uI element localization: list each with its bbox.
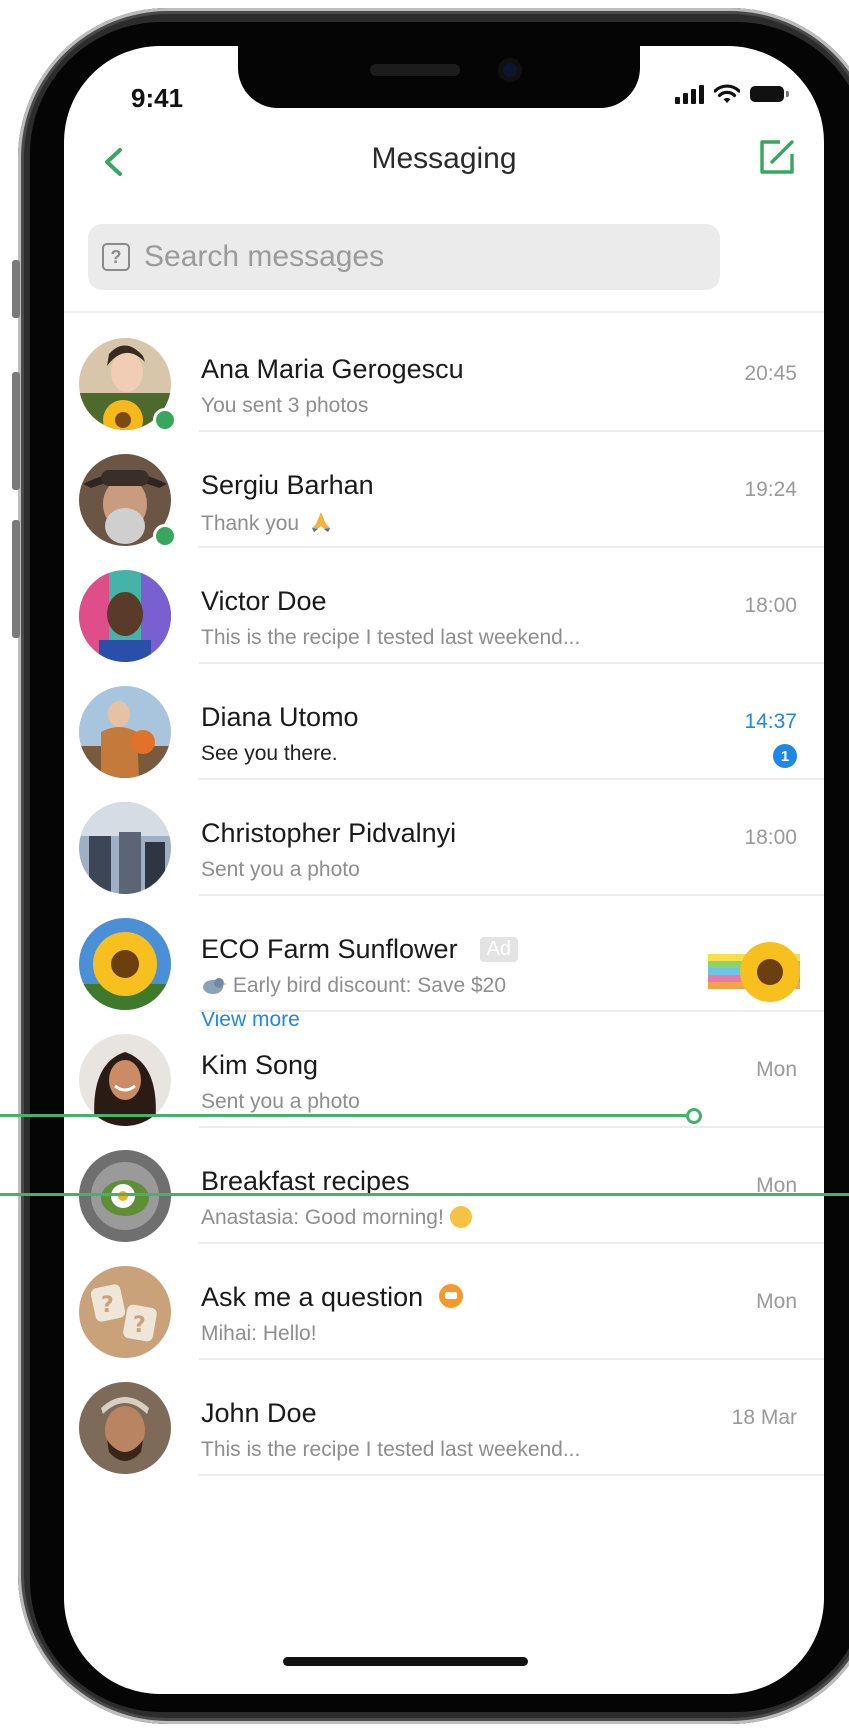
avatar (79, 1034, 171, 1126)
wifi-icon (714, 84, 740, 103)
conversation-row[interactable]: Victor Doe This is the recipe I tested l… (64, 548, 824, 664)
ad-thumbnail-image[interactable] (708, 926, 800, 1018)
search-icon: ? (102, 243, 130, 271)
conversation-name: Ana Maria Gerogescu (201, 354, 464, 384)
conversation-row[interactable]: Kim Song Sent you a photo Mon (64, 1012, 824, 1128)
message-preview: Thank you (201, 510, 333, 536)
conversation-name: ECO Farm Sunflower Ad (201, 934, 519, 965)
search-bar[interactable]: ? (88, 224, 720, 290)
conversation-row[interactable]: John Doe This is the recipe I tested las… (64, 1360, 824, 1476)
conversation-row[interactable]: Ana Maria Gerogescu You sent 3 photos 20… (64, 316, 824, 432)
svg-text:?: ? (101, 1293, 114, 1318)
volume-up-button (12, 372, 20, 490)
mute-switch (12, 260, 20, 318)
message-preview: Anastasia: Good morning! (201, 1206, 472, 1230)
message-time: Mon (756, 1290, 797, 1313)
message-preview: Mihai: Hello! (201, 1322, 317, 1345)
search-input[interactable] (142, 239, 706, 275)
conversation-row[interactable]: Sergiu Barhan Thank you 19:24 (64, 432, 824, 548)
page-title: Messaging (371, 142, 517, 175)
message-time: 18:00 (744, 826, 797, 849)
avatar: ? ? (79, 1266, 171, 1358)
avatar (79, 918, 171, 1010)
message-preview: This is the recipe I tested last weekend… (201, 626, 581, 649)
conversation-row[interactable]: Diana Utomo See you there. 14:37 1 (64, 664, 824, 780)
ad-badge: Ad (479, 937, 519, 962)
conversation-name: Sergiu Barhan (201, 470, 374, 500)
message-preview: Sent you a photo (201, 1090, 360, 1113)
message-preview: Sent you a photo (201, 858, 360, 881)
conversation-row[interactable]: ? ? Ask me a question Mihai: Hello! Mon (64, 1244, 824, 1360)
conversation-row[interactable]: Christopher Pidvalnyi Sent you a photo 1… (64, 780, 824, 896)
header-divider (64, 311, 824, 313)
message-preview: Early bird discount: Save $20 (201, 974, 506, 998)
message-preview-text: Anastasia: Good morning! (201, 1206, 444, 1229)
conversation-name-text: ECO Farm Sunflower (201, 934, 458, 964)
battery-icon (750, 86, 789, 102)
avatar (79, 1382, 171, 1474)
conversation-name: Christopher Pidvalnyi (201, 818, 457, 848)
conversation-name: Diana Utomo (201, 702, 359, 732)
status-time: 9:41 (131, 83, 184, 113)
compose-icon[interactable] (758, 138, 796, 176)
pray-icon (311, 512, 330, 532)
avatar (79, 1150, 171, 1242)
front-camera (498, 58, 522, 82)
conversation-name: Ask me a question (201, 1282, 464, 1313)
conversation-name: Victor Doe (201, 586, 327, 616)
volume-down-button (12, 520, 20, 638)
message-time: 19:24 (744, 478, 797, 501)
message-preview: This is the recipe I tested last weekend… (201, 1438, 581, 1461)
svg-text:?: ? (133, 1313, 146, 1338)
crown-badge-icon (439, 1284, 464, 1308)
message-preview-text: Early bird discount: Save $20 (232, 974, 506, 997)
notch (238, 46, 640, 108)
message-time: 18:00 (744, 594, 797, 617)
row-divider (199, 1474, 824, 1476)
cellular-signal-icon (675, 84, 704, 104)
annotation-line (0, 1193, 849, 1196)
message-preview: You sent 3 photos (201, 394, 369, 417)
conversation-name: Kim Song (201, 1050, 319, 1080)
message-time: 20:45 (744, 362, 797, 385)
message-time: Mon (756, 1058, 797, 1081)
message-time: 18 Mar (731, 1406, 797, 1429)
status-icons (675, 84, 789, 104)
home-indicator (283, 1657, 528, 1666)
conversation-row[interactable]: Breakfast recipes Anastasia: Good mornin… (64, 1128, 824, 1244)
message-preview-text: Thank you (201, 512, 300, 535)
screen: 9:41 Messaging ? Search messages Ana Mar… (64, 46, 824, 1694)
conversation-list: Ana Maria Gerogescu You sent 3 photos 20… (64, 316, 824, 1476)
earpiece-speaker (370, 64, 460, 76)
annotation-dot (686, 1108, 702, 1124)
message-preview: See you there. (201, 742, 338, 765)
avatar (79, 802, 171, 894)
online-status-dot (153, 524, 177, 548)
avatar (79, 570, 171, 662)
ad-row[interactable]: ECO Farm Sunflower Ad Early bird discount… (64, 896, 824, 1031)
annotation-line (0, 1114, 686, 1117)
conversation-name-text: Ask me a question (201, 1282, 424, 1312)
online-status-dot (153, 408, 177, 432)
bird-icon (203, 978, 227, 994)
message-time: 14:37 (744, 710, 797, 733)
conversation-name: John Doe (201, 1398, 317, 1428)
avatar (79, 686, 171, 778)
unread-count-badge: 1 (773, 744, 797, 768)
smile-icon (449, 1206, 472, 1228)
